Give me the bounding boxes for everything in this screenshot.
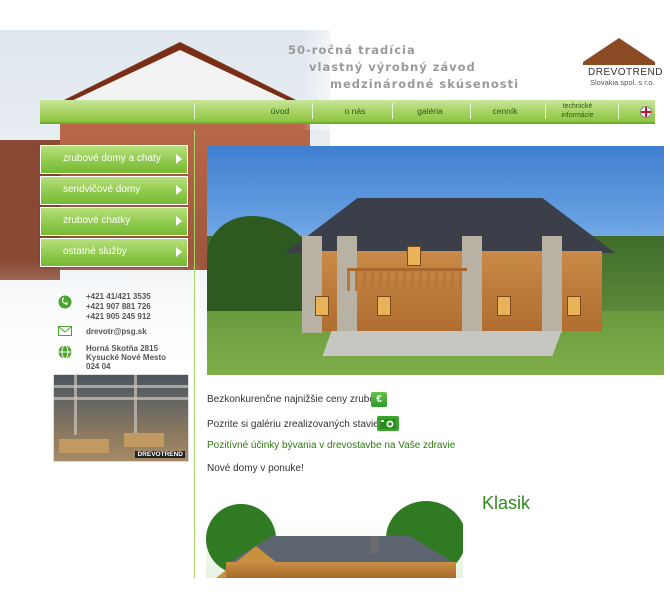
side-menu-zrubove-domy[interactable]: zrubové domy a chaty <box>40 145 188 174</box>
logo-name[interactable]: DREVOTREND <box>588 67 663 78</box>
camera-icon[interactable] <box>377 416 399 431</box>
featured-house-title[interactable]: Klasik <box>482 493 530 514</box>
tagline-line-2: vlastný výrobný závod <box>309 60 476 74</box>
side-menu-label: sendvičové domy <box>63 184 141 195</box>
prices-text[interactable]: Bezkonkurenčne najnižšie ceny zrubov <box>207 394 380 405</box>
content-divider <box>194 130 195 578</box>
phone-icon <box>58 295 72 309</box>
health-link[interactable]: Pozitívné účinky bývania v drevostavbe n… <box>207 440 455 451</box>
euro-icon[interactable]: € <box>371 392 387 407</box>
factory-photo[interactable]: DREVOTREND <box>53 374 189 462</box>
phone-1[interactable]: +421 41/421 3535 <box>86 292 151 302</box>
nav-cennik[interactable]: cenník <box>475 100 535 122</box>
side-menu-label: zrubové chatky <box>63 215 131 226</box>
tagline-line-3: medzinárodné skúsenosti <box>330 77 520 91</box>
new-homes-text: Nové domy v ponuke! <box>207 463 304 474</box>
side-menu-sendvicove-domy[interactable]: sendvičové domy <box>40 176 188 205</box>
arrow-right-icon <box>176 185 182 195</box>
arrow-right-icon <box>176 216 182 226</box>
factory-logo-text: DREVOTREND <box>135 451 185 458</box>
side-menu-label: ostatné služby <box>63 246 127 257</box>
side-menu-label: zrubové domy a chaty <box>63 153 161 164</box>
nav-uvod[interactable]: úvod <box>250 100 310 122</box>
arrow-right-icon <box>176 154 182 164</box>
gallery-text[interactable]: Pozrite si galériu zrealizovaných stavie… <box>207 419 384 430</box>
nav-technicke-informacie[interactable]: technické informácie <box>550 100 605 124</box>
arrow-right-icon <box>176 247 182 257</box>
phone-2[interactable]: +421 907 881 726 <box>86 302 151 312</box>
side-menu-ostatne-sluzby[interactable]: ostatné služby <box>40 238 188 267</box>
klasik-house-photo[interactable] <box>206 496 463 578</box>
logo-underline <box>583 62 655 65</box>
logo-subtitle: Slovakia spol. s r.o. <box>590 78 655 87</box>
side-menu-zrubove-chatky[interactable]: zrubové chatky <box>40 207 188 236</box>
nav-galeria[interactable]: galéria <box>400 100 460 122</box>
phone-3[interactable]: +421 905 245 912 <box>86 312 151 322</box>
nav-o-nas[interactable]: o nás <box>325 100 385 122</box>
tagline-line-1: 50-ročná tradícia <box>288 43 416 57</box>
top-navigation: úvod o nás galéria cenník technické info… <box>40 100 655 124</box>
address-zip: 024 04 <box>86 362 111 371</box>
globe-icon <box>58 345 72 359</box>
logo-roof-icon[interactable] <box>583 38 655 62</box>
envelope-icon <box>58 326 72 336</box>
main-house-photo[interactable] <box>207 146 664 375</box>
email-link[interactable]: drevotr@psg.sk <box>86 327 147 337</box>
uk-flag-icon[interactable] <box>640 106 652 118</box>
